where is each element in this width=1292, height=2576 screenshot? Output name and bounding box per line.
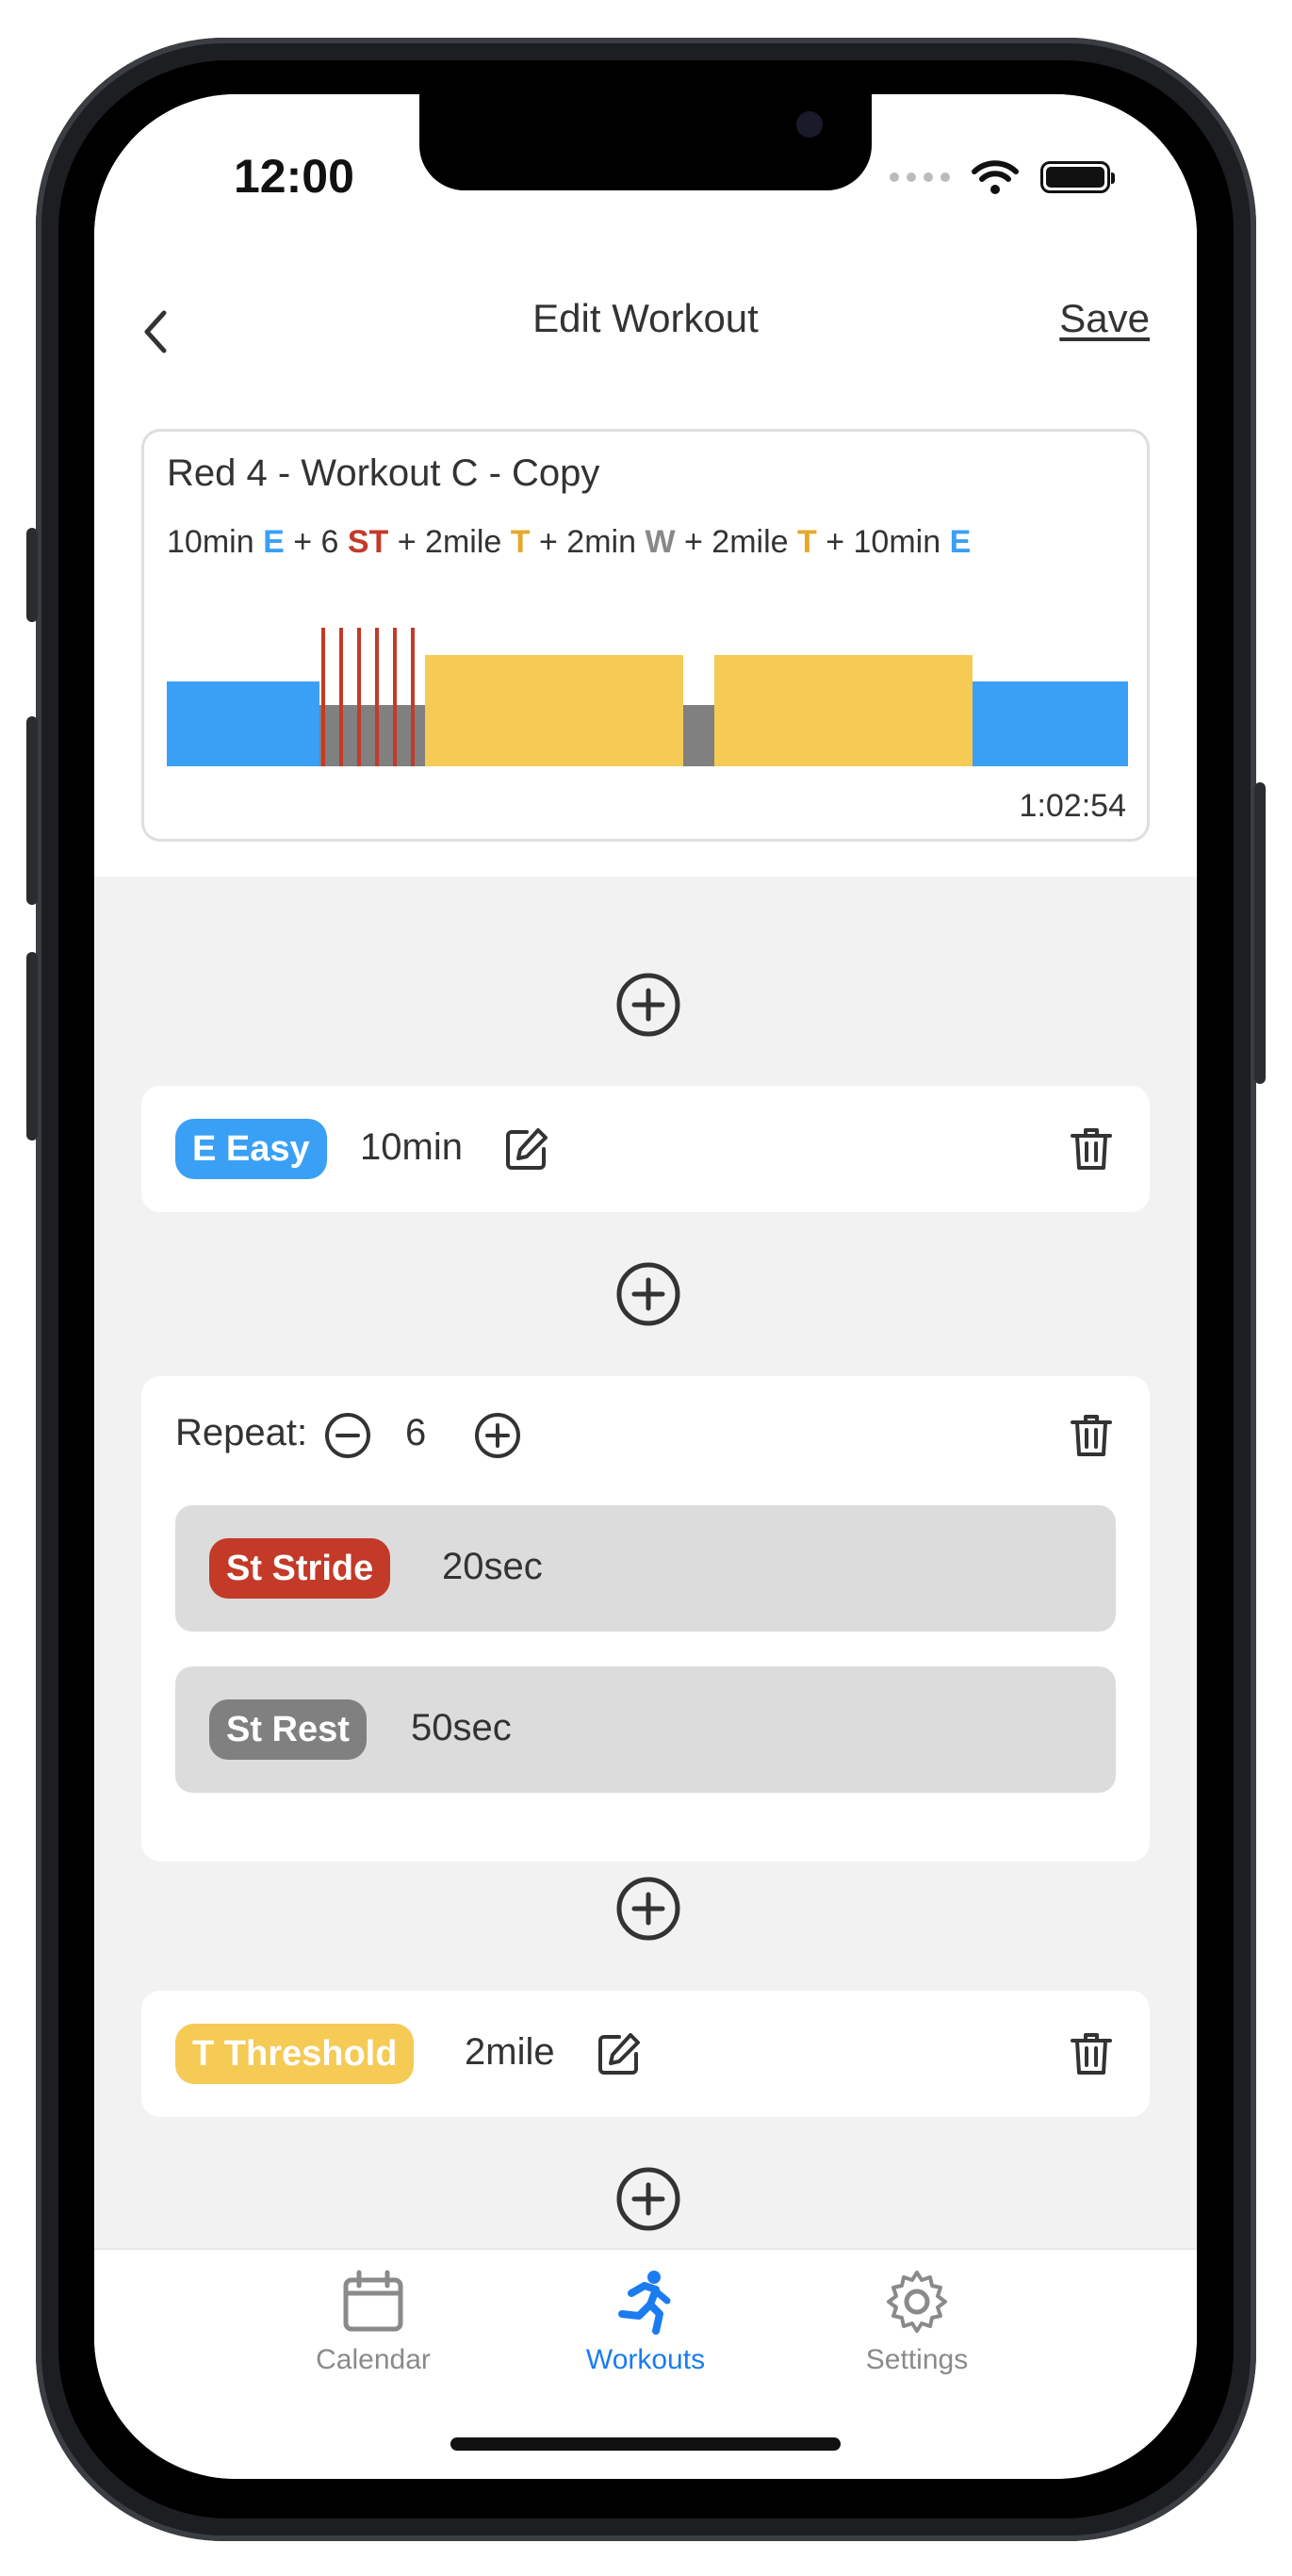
camera <box>796 111 823 138</box>
step-tag-rest: St Rest <box>209 1699 367 1760</box>
step-value: 20sec <box>442 1546 543 1587</box>
wifi-icon <box>972 160 1019 194</box>
workout-profile-chart <box>167 628 1128 766</box>
formula-part: + 2mile <box>675 524 797 560</box>
stride-bar <box>339 628 343 766</box>
repeat-block-card: Repeat: 6 St Stride 20sec St Rest 50sec <box>141 1376 1150 1862</box>
volume-up-button <box>26 716 38 905</box>
step-card-easy[interactable]: E Easy 10min <box>141 1086 1150 1212</box>
notch <box>419 94 872 190</box>
tab-label: Workouts <box>585 2344 706 2375</box>
runner-icon <box>618 2271 671 2335</box>
segment-walk <box>683 705 714 766</box>
step-value: 50sec <box>411 1707 512 1748</box>
edit-icon[interactable] <box>595 2029 644 2078</box>
formula-part: + 2mile <box>388 524 511 560</box>
add-step-button[interactable] <box>615 1876 681 1942</box>
workout-summary-card: Red 4 - Workout C - Copy 10min E + 6 ST … <box>141 429 1150 842</box>
repeat-count: 6 <box>405 1412 427 1453</box>
formula-code-easy: E <box>949 524 972 560</box>
repeat-label: Repeat: <box>175 1412 308 1453</box>
step-value: 10min <box>360 1126 463 1168</box>
stride-bar <box>357 628 361 766</box>
stride-bar <box>411 628 415 766</box>
edit-icon[interactable] <box>502 1124 551 1173</box>
segment-stride-rest <box>319 705 425 766</box>
formula-code-walk: W <box>645 524 676 560</box>
tab-bar: Calendar Workouts Settings <box>94 2248 1197 2479</box>
trash-icon[interactable] <box>1067 1411 1116 1460</box>
formula-part: + 6 <box>284 524 348 560</box>
trash-icon[interactable] <box>1067 1124 1116 1173</box>
step-value: 2mile <box>465 2031 555 2073</box>
phone-frame: 12:00 Edit Workout Save Red 4 - Workout … <box>0 0 1292 2576</box>
volume-down-button <box>26 952 38 1140</box>
formula-part: 10min <box>167 524 264 560</box>
formula-code-stride: ST <box>347 524 389 560</box>
formula-code-threshold: T <box>510 524 531 560</box>
calendar-icon <box>343 2270 403 2332</box>
minus-circle-icon[interactable] <box>323 1411 372 1460</box>
workout-formula: 10min E + 6 ST + 2mile T + 2min W + 2mil… <box>167 524 971 561</box>
gear-icon <box>887 2271 947 2333</box>
add-step-button[interactable] <box>615 2166 681 2232</box>
workout-steps-list: E Easy 10min Repeat: 6 St Stride 20sec S… <box>94 877 1197 2342</box>
add-step-button[interactable] <box>615 1261 681 1327</box>
tab-label: Settings <box>865 2344 969 2375</box>
stride-bar <box>375 628 379 766</box>
screen: 12:00 Edit Workout Save Red 4 - Workout … <box>94 94 1197 2479</box>
workout-name: Red 4 - Workout C - Copy <box>167 452 600 494</box>
segment-threshold <box>425 655 683 766</box>
step-card-stride[interactable]: St Stride 20sec <box>175 1505 1116 1632</box>
step-tag-threshold: T Threshold <box>175 2024 415 2084</box>
save-button[interactable]: Save <box>1059 296 1150 341</box>
segment-easy <box>167 681 319 766</box>
tab-calendar[interactable]: Calendar <box>232 2269 515 2376</box>
header-area: 12:00 Edit Workout Save Red 4 - Workout … <box>94 94 1197 877</box>
status-time: 12:00 <box>234 150 354 203</box>
total-duration: 1:02:54 <box>1019 788 1126 824</box>
status-icons <box>890 158 1115 196</box>
segment-easy <box>973 681 1128 766</box>
formula-code-threshold: T <box>796 524 817 560</box>
signal-icon <box>890 172 950 182</box>
home-indicator[interactable] <box>450 2437 841 2451</box>
step-tag-easy: E Easy <box>175 1119 327 1179</box>
tab-settings[interactable]: Settings <box>776 2269 1058 2376</box>
step-card-rest[interactable]: St Rest 50sec <box>175 1666 1116 1793</box>
mute-switch <box>26 528 38 622</box>
tab-workouts[interactable]: Workouts <box>504 2269 787 2376</box>
plus-circle-icon[interactable] <box>473 1411 522 1460</box>
step-tag-stride: St Stride <box>209 1538 391 1599</box>
add-step-button[interactable] <box>615 972 681 1038</box>
trash-icon[interactable] <box>1067 2029 1116 2078</box>
power-button <box>1254 782 1266 1084</box>
formula-code-easy: E <box>263 524 285 560</box>
tab-label: Calendar <box>316 2344 431 2375</box>
stride-bar <box>321 628 325 766</box>
stride-bar <box>393 628 397 766</box>
battery-icon <box>1040 161 1115 193</box>
segment-threshold <box>714 655 973 766</box>
page-title: Edit Workout <box>532 296 759 340</box>
formula-part: + 10min <box>816 524 950 560</box>
step-card-threshold[interactable]: T Threshold 2mile <box>141 1991 1150 2117</box>
formula-part: + 2min <box>530 524 646 560</box>
